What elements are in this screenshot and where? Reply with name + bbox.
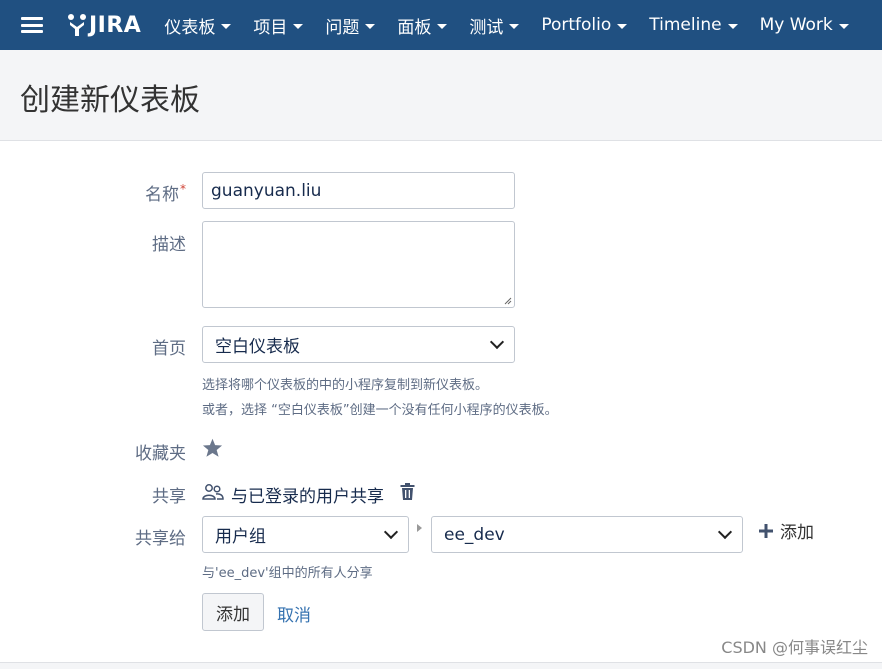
nav-dashboards[interactable]: 仪表板 — [153, 13, 242, 38]
homepage-select[interactable]: 空白仪表板 — [202, 326, 515, 363]
nav-projects-label: 项目 — [253, 17, 288, 38]
homepage-help-text-2: 或者，选择 “空白仪表板”创建一个没有任何小程序的仪表板。 — [202, 403, 558, 418]
page-header: 创建新仪表板 — [0, 50, 882, 141]
chevron-down-icon — [489, 334, 505, 350]
share-to-label: 共享给 — [135, 529, 186, 549]
star-icon[interactable] — [202, 438, 223, 458]
name-label-text: 名称 — [145, 185, 179, 205]
nav-projects[interactable]: 项目 — [242, 13, 314, 38]
jira-logo-text: JIRA — [89, 12, 142, 38]
resize-handle-icon[interactable] — [504, 297, 512, 305]
name-field[interactable] — [202, 172, 515, 209]
chevron-down-icon — [365, 23, 376, 29]
cancel-link[interactable]: 取消 — [277, 601, 311, 626]
nav-timeline-label: Timeline — [649, 15, 722, 35]
homepage-label: 首页 — [152, 339, 186, 359]
name-label: 名称* — [96, 180, 186, 205]
add-share-label: 添加 — [780, 523, 814, 543]
chevron-down-icon — [437, 23, 448, 29]
nav-my-work[interactable]: My Work — [749, 15, 860, 35]
homepage-selected-value: 空白仪表板 — [215, 337, 300, 357]
nav-timeline[interactable]: Timeline — [638, 15, 748, 35]
chevron-right-icon — [417, 524, 422, 532]
nav-tests-label: 测试 — [469, 17, 504, 38]
main-nav: 仪表板 项目 问题 面板 测试 Portfolio Timeline My Wo… — [153, 13, 859, 38]
chevron-down-icon — [293, 23, 304, 29]
submit-add-button[interactable]: 添加 — [202, 593, 264, 631]
jira-logo-icon — [68, 14, 86, 36]
chevron-down-icon — [727, 23, 738, 29]
nav-portfolio-label: Portfolio — [541, 15, 612, 35]
chevron-down-icon — [221, 23, 232, 29]
nav-boards-label: 面板 — [397, 17, 432, 38]
nav-boards[interactable]: 面板 — [386, 13, 458, 38]
nav-issues[interactable]: 问题 — [314, 13, 386, 38]
chevron-down-icon — [617, 23, 628, 29]
chevron-down-icon — [717, 524, 733, 540]
description-label: 描述 — [152, 235, 186, 255]
nav-my-work-label: My Work — [759, 15, 833, 35]
nav-issues-label: 问题 — [325, 17, 360, 38]
description-field[interactable] — [202, 221, 515, 308]
required-mark: * — [180, 182, 186, 196]
trash-icon[interactable] — [400, 483, 415, 500]
menu-icon[interactable] — [21, 17, 43, 33]
chevron-down-icon — [838, 23, 849, 29]
watermark: CSDN @何事误红尘 — [721, 638, 868, 657]
chevron-down-icon — [509, 23, 520, 29]
favorite-label: 收藏夹 — [135, 444, 186, 464]
page-title: 创建新仪表板 — [20, 83, 200, 118]
chevron-down-icon — [383, 524, 399, 540]
share-help-text: 与'ee_dev'组中的所有人分享 — [202, 566, 373, 581]
users-icon — [202, 484, 224, 500]
jira-logo[interactable]: JIRA — [67, 13, 141, 38]
share-label: 共享 — [152, 487, 186, 507]
share-group-select[interactable]: ee_dev — [431, 516, 743, 553]
share-group-selected-value: ee_dev — [444, 524, 505, 545]
top-navigation-bar: JIRA 仪表板 项目 问题 面板 测试 Portfolio Timeline … — [0, 0, 882, 50]
nav-dashboards-label: 仪表板 — [164, 17, 216, 38]
share-type-selected-value: 用户组 — [215, 527, 266, 547]
share-type-select[interactable]: 用户组 — [202, 516, 409, 553]
plus-icon — [759, 523, 773, 538]
nav-tests[interactable]: 测试 — [458, 13, 530, 38]
homepage-help-text-1: 选择将哪个仪表板的中的小程序复制到新仪表板。 — [202, 378, 489, 393]
share-value: 与已登录的用户共享 — [231, 487, 384, 507]
nav-portfolio[interactable]: Portfolio — [530, 15, 638, 35]
add-share-button[interactable]: 添加 — [759, 518, 814, 543]
